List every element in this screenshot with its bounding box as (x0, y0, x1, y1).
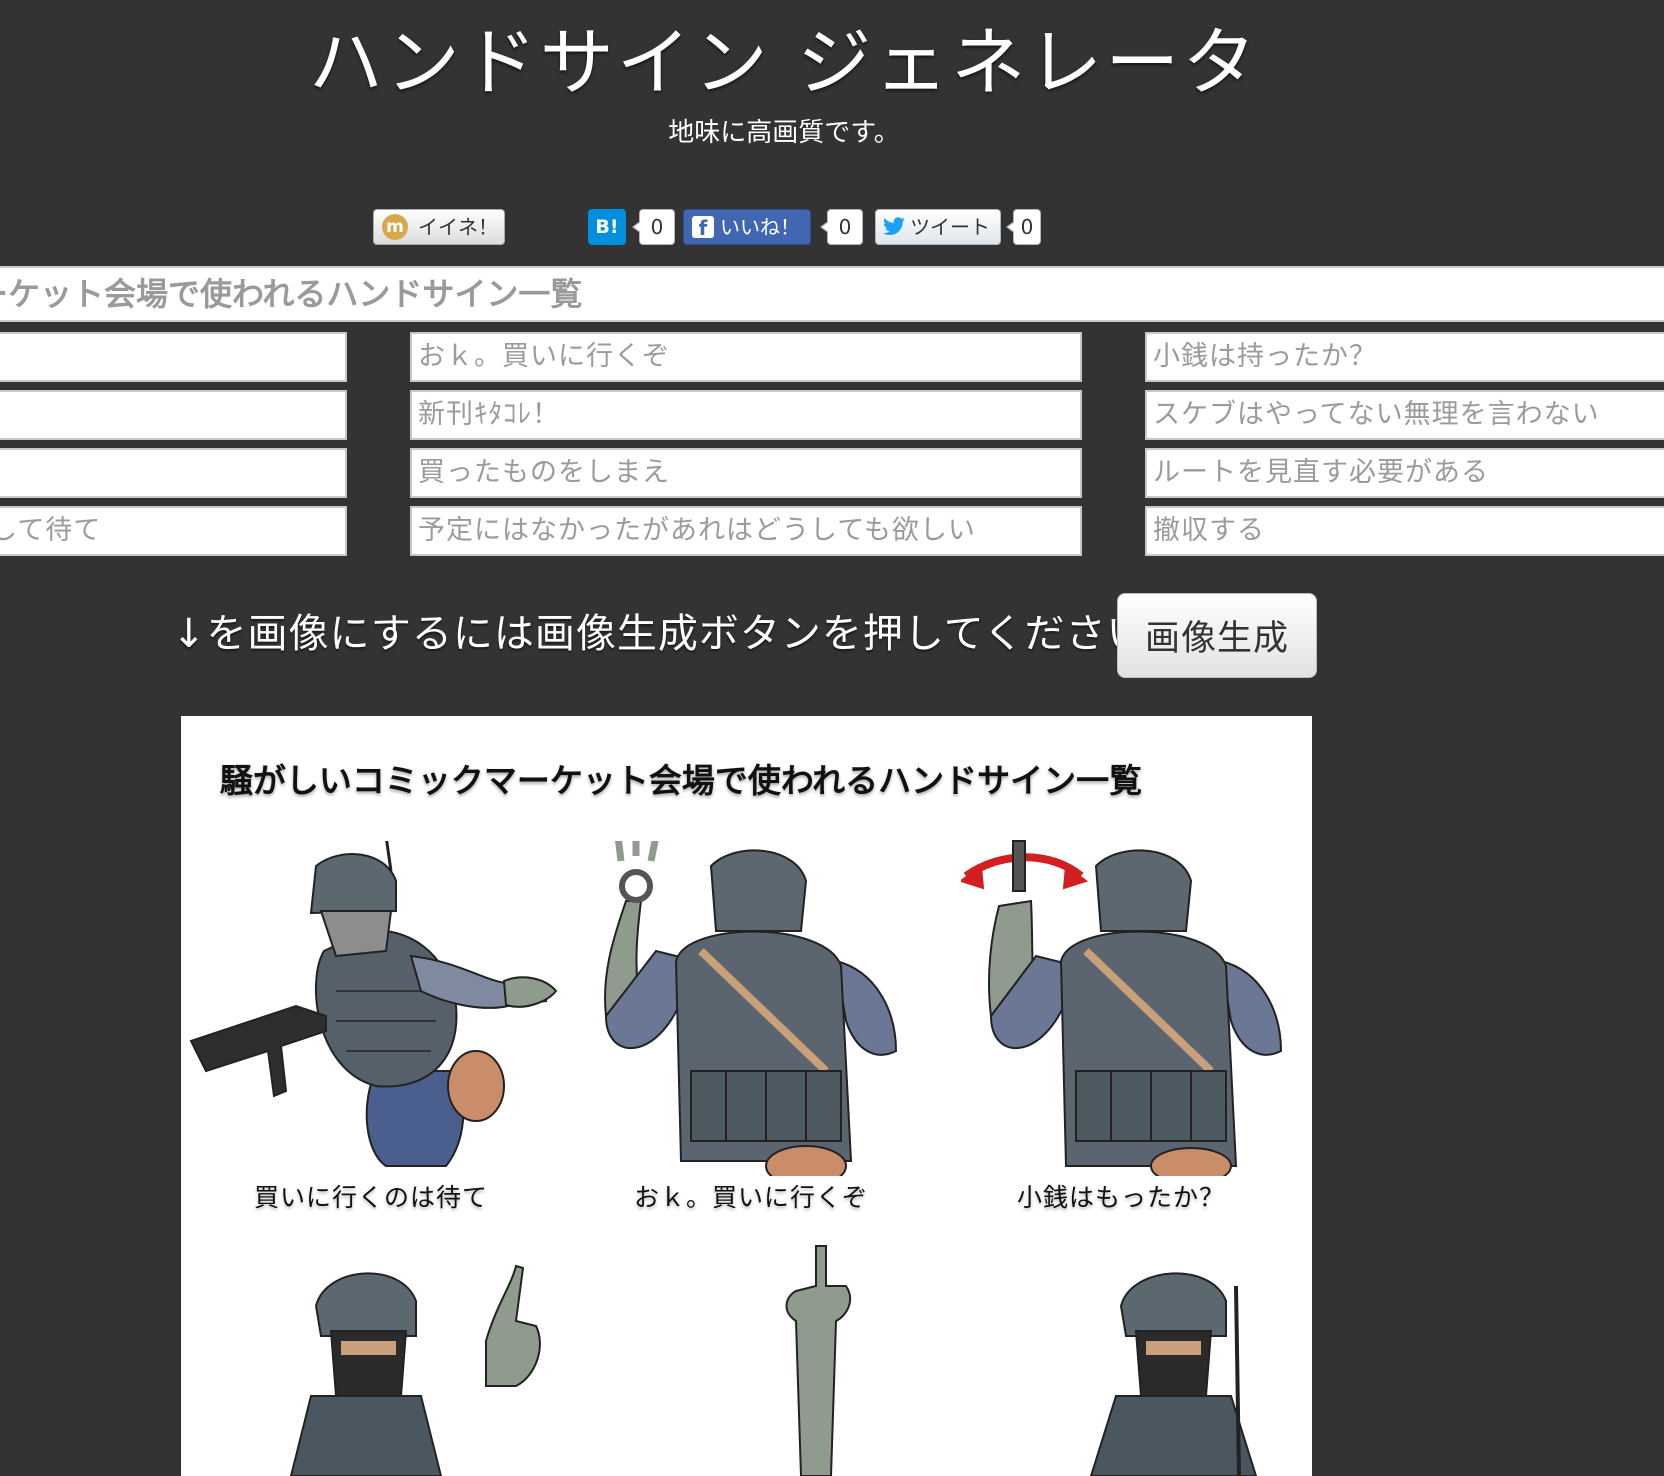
sign-text-field[interactable]: スケブはやってない無理を言わない (1145, 390, 1664, 440)
facebook-like-button[interactable]: f いいね！ (683, 209, 811, 245)
heading-input[interactable]: ーケット会場で使われるハンドサイン一覧 (0, 266, 1664, 322)
caption-1: 買いに行くのは待て (253, 1183, 488, 1212)
soldier-finger-up-illustration (289, 1264, 541, 1476)
page-title: ハンドサイン ジェネレータ (308, 20, 1260, 106)
sign-text-field[interactable]: 小銭は持ったか？ (1145, 332, 1664, 382)
caption-2: おｋ。買いに行くぞ (633, 1183, 868, 1212)
soldier-masked-illustration (1089, 1272, 1258, 1476)
soldier-ok-illustration (604, 841, 898, 1176)
field-value: 小銭は持ったか？ (1153, 341, 1377, 372)
field-value: して待て (0, 515, 102, 546)
mixi-icon: m (382, 214, 408, 240)
caption-3: 小銭はもったか？ (1016, 1183, 1225, 1212)
sign-text-field[interactable]: 撤収する (1145, 506, 1664, 556)
generate-image-button[interactable]: 画像生成 (1117, 593, 1317, 678)
facebook-count: 0 (820, 209, 863, 245)
sign-text-field[interactable] (0, 448, 347, 498)
field-value: スケブはやってない無理を言わない (1153, 399, 1600, 430)
facebook-icon: f (692, 216, 714, 240)
field-value: 買ったものをしまえ (418, 457, 670, 488)
generated-image-preview: 騒がしいコミックマーケット会場で使われるハンドサイン一覧 買いに行くのは待て お… (181, 716, 1312, 1476)
sign-text-field[interactable] (0, 332, 347, 382)
field-value: 撤収する (1153, 515, 1265, 546)
generate-instruction: ↓を画像にするには画像生成ボタンを押してください (172, 611, 1148, 657)
soldier-coin-illustration (961, 840, 1283, 1176)
field-value: ルートを見直す必要がある (1153, 457, 1489, 488)
hatena-count: 0 (632, 209, 675, 245)
raised-finger-illustration (785, 1245, 852, 1476)
sign-text-field[interactable]: ルートを見直す必要がある (1145, 448, 1664, 498)
field-value: おｋ。買いに行くぞ (418, 341, 670, 372)
sign-text-field[interactable]: 新刊ｷﾀｺﾚ！ (410, 390, 1082, 440)
hatena-icon: B! (595, 216, 619, 238)
sign-text-field[interactable]: 買ったものをしまえ (410, 448, 1082, 498)
hatena-bookmark-button[interactable]: B! (588, 209, 626, 245)
sign-text-field[interactable]: 予定にはなかったがあれはどうしても欲しい (410, 506, 1082, 556)
page-subtitle: 地味に高画質です。 (668, 118, 900, 148)
twitter-count: 0 (1006, 209, 1041, 245)
tweet-label: ツイート (910, 215, 990, 239)
sign-text-field[interactable]: おｋ。買いに行くぞ (410, 332, 1082, 382)
preview-title: 騒がしいコミックマーケット会場で使われるハンドサイン一覧 (219, 761, 1143, 800)
heading-input-value: ーケット会場で使われるハンドサイン一覧 (0, 275, 583, 313)
sign-text-field[interactable]: して待て (0, 506, 347, 556)
facebook-like-label: いいね！ (720, 215, 800, 239)
soldier-wait-illustration (189, 841, 558, 1167)
field-value: 新刊ｷﾀｺﾚ！ (418, 399, 560, 430)
sign-text-field[interactable] (0, 390, 347, 440)
twitter-bird-icon (883, 217, 905, 235)
mixi-like-label: イイネ！ (418, 215, 498, 239)
mixi-like-button[interactable]: m イイネ！ (373, 209, 505, 245)
tweet-button[interactable]: ツイート (875, 209, 1001, 245)
field-value: 予定にはなかったがあれはどうしても欲しい (418, 515, 976, 546)
